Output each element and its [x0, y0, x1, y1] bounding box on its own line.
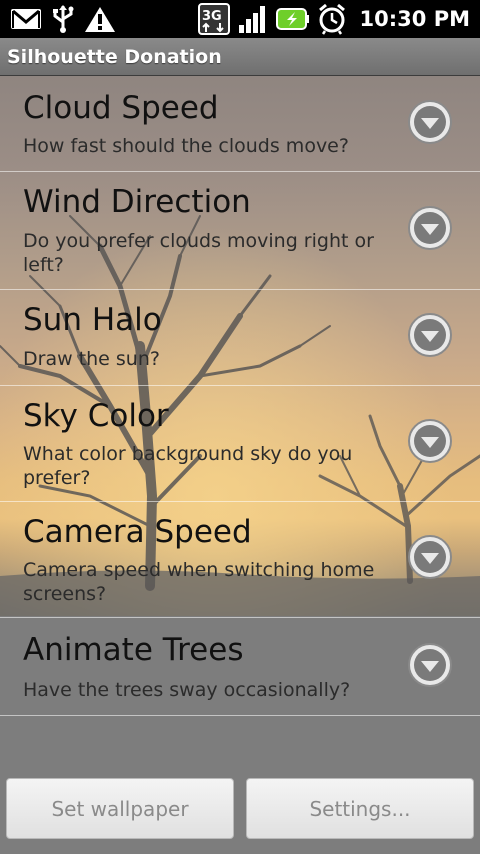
- dropdown-arrow-icon[interactable]: [407, 642, 453, 688]
- pref-summary: Do you prefer clouds moving right or lef…: [23, 230, 374, 276]
- pref-summary: Draw the sun?: [23, 348, 160, 370]
- page-title: Silhouette Donation: [7, 45, 222, 68]
- pref-wind-direction[interactable]: Wind Direction Do you prefer clouds movi…: [0, 172, 480, 290]
- pref-summary: Have the trees sway occasionally?: [23, 679, 351, 701]
- pref-summary: How fast should the clouds move?: [23, 135, 349, 157]
- pref-title: Wind Direction: [23, 184, 251, 220]
- dropdown-arrow-icon[interactable]: [407, 418, 453, 464]
- pref-sky-color[interactable]: Sky Color What color background sky do y…: [0, 386, 480, 502]
- 3g-icon: 3G: [197, 3, 230, 35]
- pref-summary: What color background sky do you prefer?: [23, 443, 353, 489]
- pref-camera-speed[interactable]: Camera Speed Camera speed when switching…: [0, 502, 480, 618]
- dropdown-arrow-icon[interactable]: [407, 205, 453, 251]
- signal-icon: [237, 3, 269, 35]
- pref-animate-trees[interactable]: Animate Trees Have the trees sway occasi…: [0, 618, 480, 716]
- pref-cloud-speed[interactable]: Cloud Speed How fast should the clouds m…: [0, 76, 480, 172]
- title-bar: Silhouette Donation: [0, 38, 480, 76]
- pref-title: Animate Trees: [23, 632, 244, 668]
- gmail-icon: [10, 7, 42, 31]
- pref-sun-halo[interactable]: Sun Halo Draw the sun?: [0, 290, 480, 386]
- pref-title: Cloud Speed: [23, 90, 219, 126]
- status-bar: 3G 10:30 PM: [0, 0, 480, 38]
- status-time: 10:30 PM: [359, 7, 470, 31]
- svg-text:3G: 3G: [202, 9, 222, 24]
- set-wallpaper-button[interactable]: Set wallpaper: [6, 778, 234, 839]
- dropdown-arrow-icon[interactable]: [407, 99, 453, 145]
- battery-charging-icon: [275, 6, 310, 32]
- dropdown-arrow-icon[interactable]: [407, 312, 453, 358]
- pref-title: Camera Speed: [23, 514, 252, 550]
- pref-summary: Camera speed when switching home screens…: [23, 559, 375, 605]
- warning-icon: [84, 5, 116, 33]
- alarm-icon: [317, 3, 347, 35]
- preference-list: Cloud Speed How fast should the clouds m…: [0, 76, 480, 716]
- dropdown-arrow-icon[interactable]: [407, 534, 453, 580]
- settings-button[interactable]: Settings...: [246, 778, 474, 839]
- pref-title: Sky Color: [23, 398, 169, 434]
- pref-title: Sun Halo: [23, 302, 162, 338]
- usb-icon: [50, 4, 76, 34]
